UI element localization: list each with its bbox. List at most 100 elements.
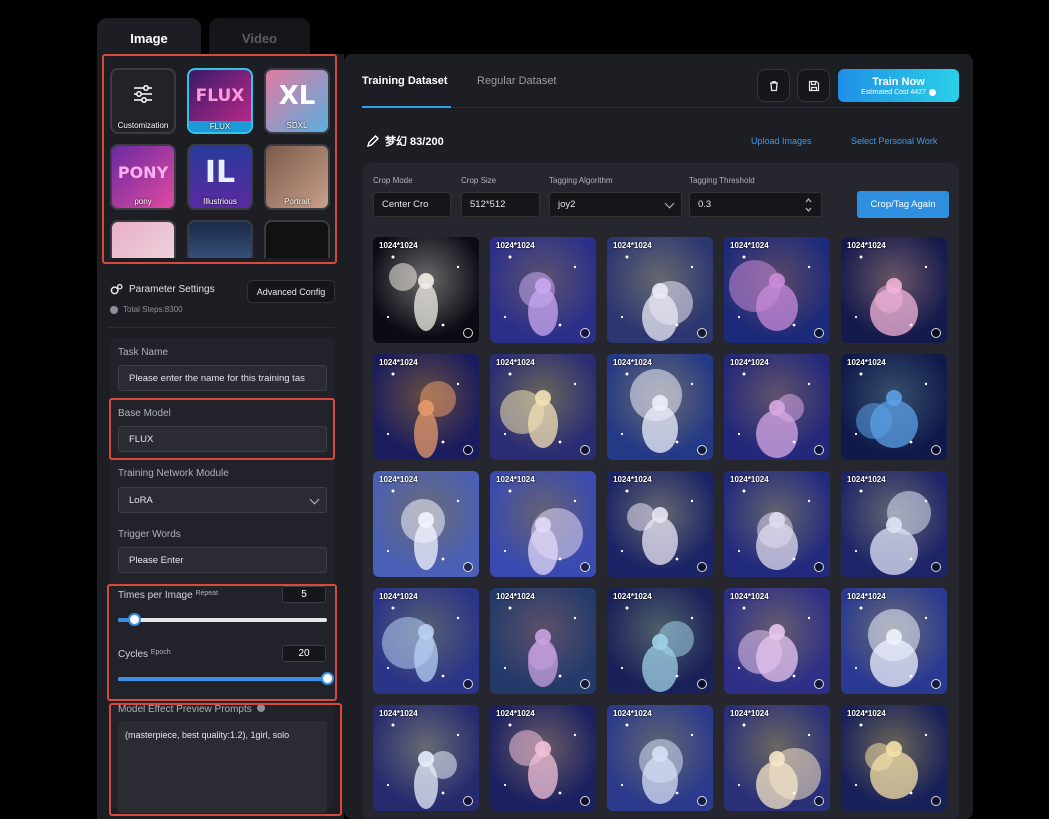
dataset-image[interactable]: 1024*1024 (607, 471, 713, 577)
tag-icon[interactable] (931, 562, 941, 572)
model-card[interactable]: XL SDXL (264, 68, 330, 134)
select-personal-work-link[interactable]: Select Personal Work (851, 136, 937, 146)
tag-icon[interactable] (463, 796, 473, 806)
base-model-field[interactable]: FLUX (118, 426, 327, 452)
image-thumbnail (620, 369, 694, 453)
tag-icon[interactable] (580, 679, 590, 689)
times-per-image-input[interactable]: 5 (282, 586, 326, 603)
tag-icon[interactable] (697, 796, 707, 806)
model-card[interactable]: Customization (110, 68, 176, 134)
crop-size-select[interactable]: 512*512 (461, 192, 540, 217)
dataset-image[interactable]: 1024*1024 (490, 237, 596, 343)
tag-icon[interactable] (580, 796, 590, 806)
tag-icon[interactable] (463, 679, 473, 689)
dataset-image[interactable]: 1024*1024 (373, 237, 479, 343)
upload-images-link[interactable]: Upload Images (751, 136, 812, 146)
tab-regular-dataset[interactable]: Regular Dataset (477, 75, 557, 87)
tag-icon[interactable] (814, 679, 824, 689)
dataset-image[interactable]: 1024*1024 (724, 471, 830, 577)
dataset-image[interactable]: 1024*1024 (607, 705, 713, 811)
cycles-input[interactable]: 20 (282, 645, 326, 662)
dataset-image[interactable]: 1024*1024 (841, 354, 947, 460)
dataset-image[interactable]: 1024*1024 (373, 354, 479, 460)
times-per-image-text: Times per Image (118, 590, 193, 601)
trigger-words-input[interactable]: Please Enter (118, 547, 327, 573)
task-name-input[interactable]: Please enter the name for this training … (118, 365, 327, 391)
tag-icon[interactable] (814, 328, 824, 338)
model-card[interactable]: FLUX FLUX (187, 68, 253, 134)
cycles-slider[interactable] (118, 672, 334, 685)
image-dimensions: 1024*1024 (847, 241, 886, 250)
network-module-select[interactable]: LoRA (118, 487, 327, 513)
tag-icon[interactable] (463, 328, 473, 338)
dataset-image[interactable]: 1024*1024 (607, 237, 713, 343)
tag-icon[interactable] (580, 445, 590, 455)
model-art (112, 222, 174, 258)
tab-image[interactable]: Image (97, 18, 201, 58)
preview-prompts-textarea[interactable]: (masterpiece, best quality:1.2), 1girl, … (118, 721, 327, 813)
dataset-image[interactable]: 1024*1024 (841, 237, 947, 343)
crop-mode-value: Center Cro (382, 199, 429, 210)
tag-icon[interactable] (697, 562, 707, 572)
image-dimensions: 1024*1024 (613, 709, 652, 718)
tag-icon[interactable] (931, 679, 941, 689)
image-dimensions: 1024*1024 (613, 475, 652, 484)
image-thumbnail (386, 255, 460, 331)
dataset-image[interactable]: 1024*1024 (724, 237, 830, 343)
save-button[interactable] (797, 69, 830, 102)
dataset-image[interactable]: 1024*1024 (490, 471, 596, 577)
tag-icon[interactable] (814, 796, 824, 806)
advanced-config-button[interactable]: Advanced Config (247, 280, 335, 303)
tag-icon[interactable] (697, 328, 707, 338)
model-card-label: Illustrious (203, 197, 237, 206)
dataset-image[interactable]: 1024*1024 (607, 354, 713, 460)
model-card[interactable] (110, 220, 176, 258)
tag-icon[interactable] (814, 562, 824, 572)
tag-icon[interactable] (463, 445, 473, 455)
dataset-image[interactable]: 1024*1024 (373, 705, 479, 811)
model-card[interactable]: 3.5L (264, 220, 330, 258)
tag-icon[interactable] (931, 796, 941, 806)
model-card[interactable] (187, 220, 253, 258)
train-now-button[interactable]: Train Now Estimated Cost 4427 (838, 69, 959, 102)
parameter-settings-title: Parameter Settings (129, 284, 215, 295)
tag-icon[interactable] (697, 445, 707, 455)
tag-icon[interactable] (697, 679, 707, 689)
dataset-image[interactable]: 1024*1024 (841, 588, 947, 694)
stepper-icon[interactable] (805, 197, 812, 213)
tab-training-dataset[interactable]: Training Dataset (362, 75, 448, 87)
times-per-image-slider[interactable] (118, 613, 327, 626)
tag-icon[interactable] (580, 328, 590, 338)
model-art: 3.5L (266, 222, 328, 258)
tagging-algorithm-select[interactable]: joy2 (549, 192, 682, 217)
app-root: Image Video Customization FLUX FLUX XL SDXL P… (0, 0, 1049, 819)
model-card[interactable]: PONY pony (110, 144, 176, 210)
tag-icon[interactable] (580, 562, 590, 572)
dataset-image[interactable]: 1024*1024 (841, 471, 947, 577)
crop-mode-select[interactable]: Center Cro (373, 192, 451, 217)
tagging-threshold-input[interactable]: 0.3 (689, 192, 822, 217)
dataset-name[interactable]: 梦幻 83/200 (366, 133, 444, 149)
dataset-image[interactable]: 1024*1024 (724, 588, 830, 694)
tag-icon[interactable] (814, 445, 824, 455)
slider-handle[interactable] (320, 672, 334, 685)
dataset-image[interactable]: 1024*1024 (724, 705, 830, 811)
trigger-words-label: Trigger Words (118, 529, 181, 540)
tag-icon[interactable] (463, 562, 473, 572)
model-card[interactable]: Portrait (264, 144, 330, 210)
dataset-image[interactable]: 1024*1024 (490, 705, 596, 811)
dataset-image[interactable]: 1024*1024 (607, 588, 713, 694)
dataset-image[interactable]: 1024*1024 (724, 354, 830, 460)
dataset-image[interactable]: 1024*1024 (490, 588, 596, 694)
delete-button[interactable] (757, 69, 790, 102)
dataset-image[interactable]: 1024*1024 (490, 354, 596, 460)
dataset-image[interactable]: 1024*1024 (373, 471, 479, 577)
crop-tag-again-button[interactable]: Crop/Tag Again (857, 191, 949, 218)
dataset-image[interactable]: 1024*1024 (373, 588, 479, 694)
model-card[interactable]: IL Illustrious (187, 144, 253, 210)
tag-icon[interactable] (931, 445, 941, 455)
tagging-algorithm-label: Tagging Algorithm (549, 176, 613, 185)
tag-icon[interactable] (931, 328, 941, 338)
dataset-image[interactable]: 1024*1024 (841, 705, 947, 811)
tab-video[interactable]: Video (209, 18, 310, 58)
